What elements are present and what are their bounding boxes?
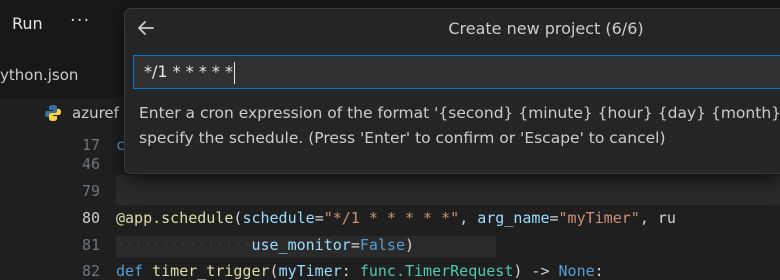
line-number: 82 [81, 262, 100, 280]
dialog-title-container: Create new project (6/6) [125, 19, 780, 38]
cron-input-value[interactable]: */1 * * * * * [144, 62, 233, 81]
line-number: 81 [81, 236, 100, 254]
dialog-title: Create new project (6/6) [448, 19, 644, 38]
code-token: , [459, 209, 478, 227]
line-number: 80 [81, 209, 100, 227]
code-token: "*/1 * * * * *" [323, 209, 460, 227]
code-line-80: @app.schedule(schedule="*/1 * * * * *", … [116, 209, 676, 227]
code-line-82: def timer_trigger(myTimer: func.TimerReq… [116, 262, 604, 280]
code-token: use_monitor [251, 236, 351, 254]
tab-python-json[interactable]: ython.json [0, 66, 78, 84]
line-number: 46 [81, 155, 100, 173]
code-token: "myTimer" [558, 209, 640, 227]
cron-input-field[interactable]: */1 * * * * * [133, 55, 780, 89]
code-token: = [549, 209, 559, 227]
help-message-line: specify the schedule. (Press 'Enter' to … [139, 129, 666, 147]
python-file-icon [45, 105, 61, 121]
code-token: , ru [639, 209, 676, 227]
code-token: = [350, 236, 360, 254]
line-highlight [116, 175, 780, 205]
code-token: = [314, 209, 324, 227]
code-token: arg_name [477, 209, 550, 227]
input-help-message: Enter a cron expression of the format '{… [139, 101, 779, 151]
code-token: def [116, 262, 144, 280]
more-menu-icon[interactable]: ··· [70, 10, 90, 31]
code-token: func.TimerRequest [359, 262, 514, 280]
code-token: @app.schedule [116, 209, 234, 227]
help-message-line: Enter a cron expression of the format '{… [139, 104, 779, 122]
code-token: : [594, 262, 604, 280]
line-number: 17 [81, 136, 100, 154]
code-token: None [558, 262, 595, 280]
code-token: False [359, 236, 405, 254]
code-token: ) [405, 236, 415, 254]
quick-input-dialog: Create new project (6/6) */1 * * * * * E… [124, 8, 780, 174]
code-token: : [341, 262, 360, 280]
menu-run[interactable]: Run [12, 14, 43, 33]
code-token: ) -> [513, 262, 559, 280]
line-number: 79 [81, 182, 100, 200]
code-line-81: ···············use_monitor=False) [116, 236, 414, 254]
code-token: timer_trigger [152, 262, 270, 280]
breadcrumb-file[interactable]: azuref [72, 104, 119, 122]
code-token: schedule [242, 209, 315, 227]
whitespace-dots: ··············· [116, 236, 252, 254]
code-token: ( [269, 262, 279, 280]
text-caret [234, 62, 235, 84]
code-token: myTimer [278, 262, 342, 280]
